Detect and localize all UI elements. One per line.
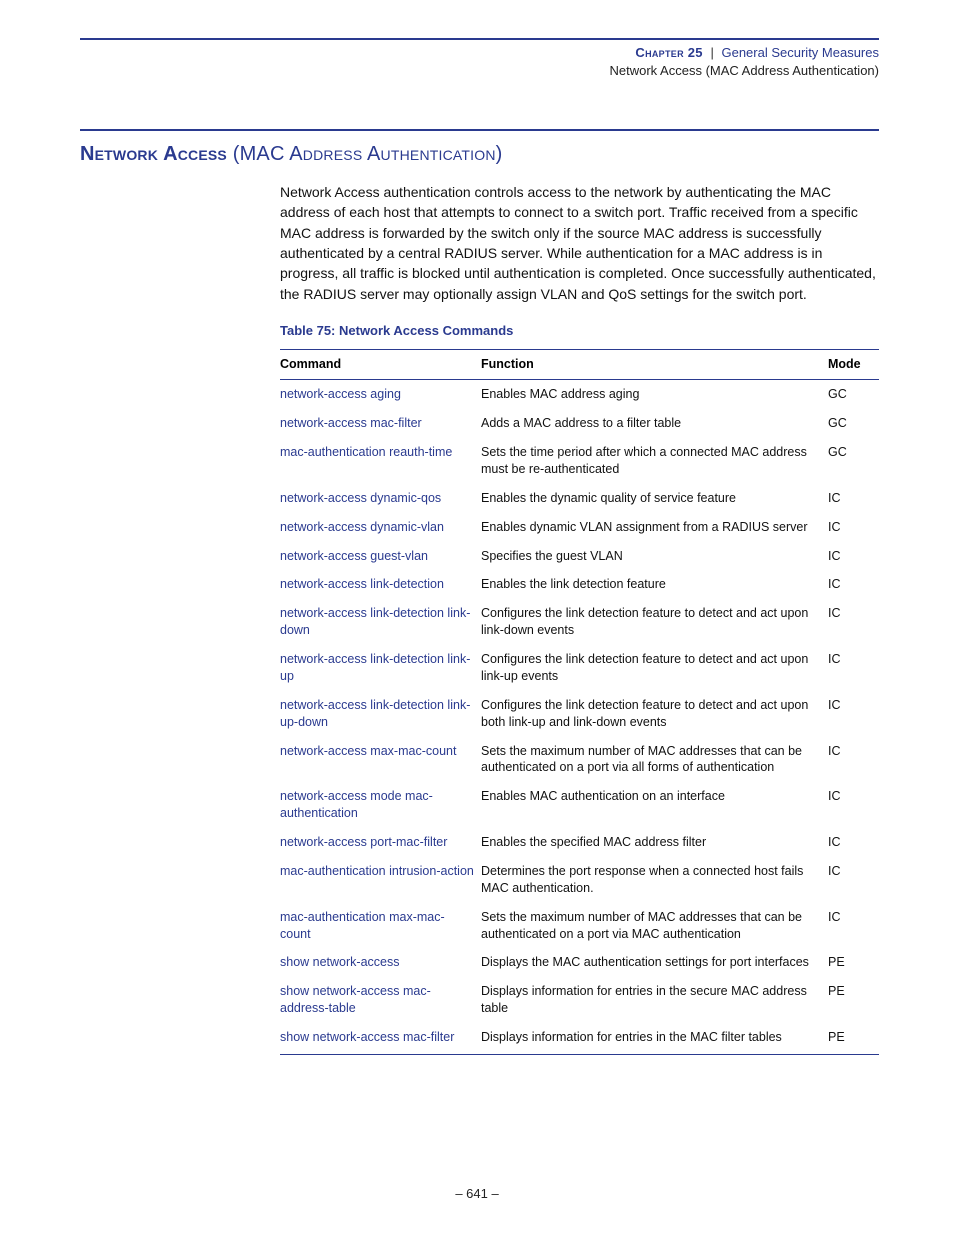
command-link[interactable]: network-access link-detection link-down <box>280 599 481 645</box>
command-link[interactable]: show network-access <box>280 948 481 977</box>
command-mode: IC <box>828 484 879 513</box>
command-function: Configures the link detection feature to… <box>481 599 828 645</box>
table-row: mac-authentication reauth-timeSets the t… <box>280 438 879 484</box>
command-mode: GC <box>828 380 879 409</box>
command-link[interactable]: network-access port-mac-filter <box>280 828 481 857</box>
table-row: network-access mac-filterAdds a MAC addr… <box>280 409 879 438</box>
command-function: Displays the MAC authentication settings… <box>481 948 828 977</box>
header-rule <box>80 38 879 40</box>
command-link[interactable]: network-access aging <box>280 380 481 409</box>
command-function: Configures the link detection feature to… <box>481 645 828 691</box>
command-mode: IC <box>828 542 879 571</box>
command-link[interactable]: show network-access mac-filter <box>280 1023 481 1054</box>
command-function: Enables MAC address aging <box>481 380 828 409</box>
command-function: Enables dynamic VLAN assignment from a R… <box>481 513 828 542</box>
command-function: Sets the maximum number of MAC addresses… <box>481 737 828 783</box>
command-link[interactable]: show network-access mac-address-table <box>280 977 481 1023</box>
command-function: Configures the link detection feature to… <box>481 691 828 737</box>
header-subtitle: Network Access (MAC Address Authenticati… <box>80 62 879 80</box>
col-function: Function <box>481 350 828 380</box>
table-row: network-access link-detection link-upCon… <box>280 645 879 691</box>
table-row: network-access guest-vlanSpecifies the g… <box>280 542 879 571</box>
document-page: Chapter 25 | General Security Measures N… <box>0 0 954 1235</box>
commands-table: Command Function Mode network-access agi… <box>280 349 879 1055</box>
command-function: Enables the specified MAC address filter <box>481 828 828 857</box>
table-row: network-access max-mac-countSets the max… <box>280 737 879 783</box>
table-row: network-access dynamic-vlanEnables dynam… <box>280 513 879 542</box>
command-link[interactable]: network-access link-detection link-up <box>280 645 481 691</box>
command-link[interactable]: network-access mode mac-authentication <box>280 782 481 828</box>
table-row: mac-authentication intrusion-actionDeter… <box>280 857 879 903</box>
command-mode: IC <box>828 857 879 903</box>
command-mode: IC <box>828 691 879 737</box>
command-mode: IC <box>828 903 879 949</box>
command-function: Adds a MAC address to a filter table <box>481 409 828 438</box>
table-title: Table 75: Network Access Commands <box>280 322 879 340</box>
command-link[interactable]: network-access max-mac-count <box>280 737 481 783</box>
table-row: show network-accessDisplays the MAC auth… <box>280 948 879 977</box>
command-mode: IC <box>828 782 879 828</box>
body-block: Network Access authentication controls a… <box>280 182 879 1055</box>
section-title-lead: Network Access <box>80 143 227 165</box>
command-link[interactable]: network-access guest-vlan <box>280 542 481 571</box>
command-mode: IC <box>828 570 879 599</box>
table-row: show network-access mac-filterDisplays i… <box>280 1023 879 1054</box>
page-number: – 641 – <box>455 1186 498 1201</box>
command-mode: IC <box>828 645 879 691</box>
command-function: Enables MAC authentication on an interfa… <box>481 782 828 828</box>
command-mode: IC <box>828 737 879 783</box>
table-row: mac-authentication max-mac-countSets the… <box>280 903 879 949</box>
table-row: network-access mode mac-authenticationEn… <box>280 782 879 828</box>
table-row: network-access link-detection link-downC… <box>280 599 879 645</box>
section-title: Network Access (MAC Address Authenticati… <box>80 141 879 168</box>
command-mode: PE <box>828 1023 879 1054</box>
command-link[interactable]: network-access mac-filter <box>280 409 481 438</box>
page-footer: – 641 – <box>0 1185 954 1203</box>
command-mode: PE <box>828 948 879 977</box>
command-function: Enables the link detection feature <box>481 570 828 599</box>
chapter-label: Chapter 25 <box>635 45 702 60</box>
header-line-1: Chapter 25 | General Security Measures <box>80 44 879 62</box>
table-row: network-access link-detectionEnables the… <box>280 570 879 599</box>
col-mode: Mode <box>828 350 879 380</box>
table-row: network-access link-detection link-up-do… <box>280 691 879 737</box>
command-mode: GC <box>828 438 879 484</box>
header-separator: | <box>710 45 713 60</box>
command-function: Displays information for entries in the … <box>481 977 828 1023</box>
table-row: network-access port-mac-filterEnables th… <box>280 828 879 857</box>
command-function: Enables the dynamic quality of service f… <box>481 484 828 513</box>
command-function: Determines the port response when a conn… <box>481 857 828 903</box>
command-link[interactable]: network-access dynamic-vlan <box>280 513 481 542</box>
table-row: network-access dynamic-qosEnables the dy… <box>280 484 879 513</box>
command-function: Specifies the guest VLAN <box>481 542 828 571</box>
command-mode: PE <box>828 977 879 1023</box>
table-row: show network-access mac-address-tableDis… <box>280 977 879 1023</box>
command-link[interactable]: network-access link-detection <box>280 570 481 599</box>
command-function: Sets the time period after which a conne… <box>481 438 828 484</box>
command-function: Sets the maximum number of MAC addresses… <box>481 903 828 949</box>
command-mode: GC <box>828 409 879 438</box>
command-link[interactable]: network-access dynamic-qos <box>280 484 481 513</box>
command-function: Displays information for entries in the … <box>481 1023 828 1054</box>
command-link[interactable]: mac-authentication reauth-time <box>280 438 481 484</box>
running-header: Chapter 25 | General Security Measures N… <box>80 44 879 79</box>
table-header-row: Command Function Mode <box>280 350 879 380</box>
section-rule <box>80 129 879 131</box>
command-link[interactable]: mac-authentication intrusion-action <box>280 857 481 903</box>
intro-paragraph: Network Access authentication controls a… <box>280 182 879 304</box>
table-row: network-access agingEnables MAC address … <box>280 380 879 409</box>
command-link[interactable]: network-access link-detection link-up-do… <box>280 691 481 737</box>
command-mode: IC <box>828 828 879 857</box>
command-mode: IC <box>828 513 879 542</box>
col-command: Command <box>280 350 481 380</box>
command-link[interactable]: mac-authentication max-mac-count <box>280 903 481 949</box>
chapter-title: General Security Measures <box>721 45 879 60</box>
section-title-rest: (MAC Address Authentication) <box>227 143 503 165</box>
command-mode: IC <box>828 599 879 645</box>
